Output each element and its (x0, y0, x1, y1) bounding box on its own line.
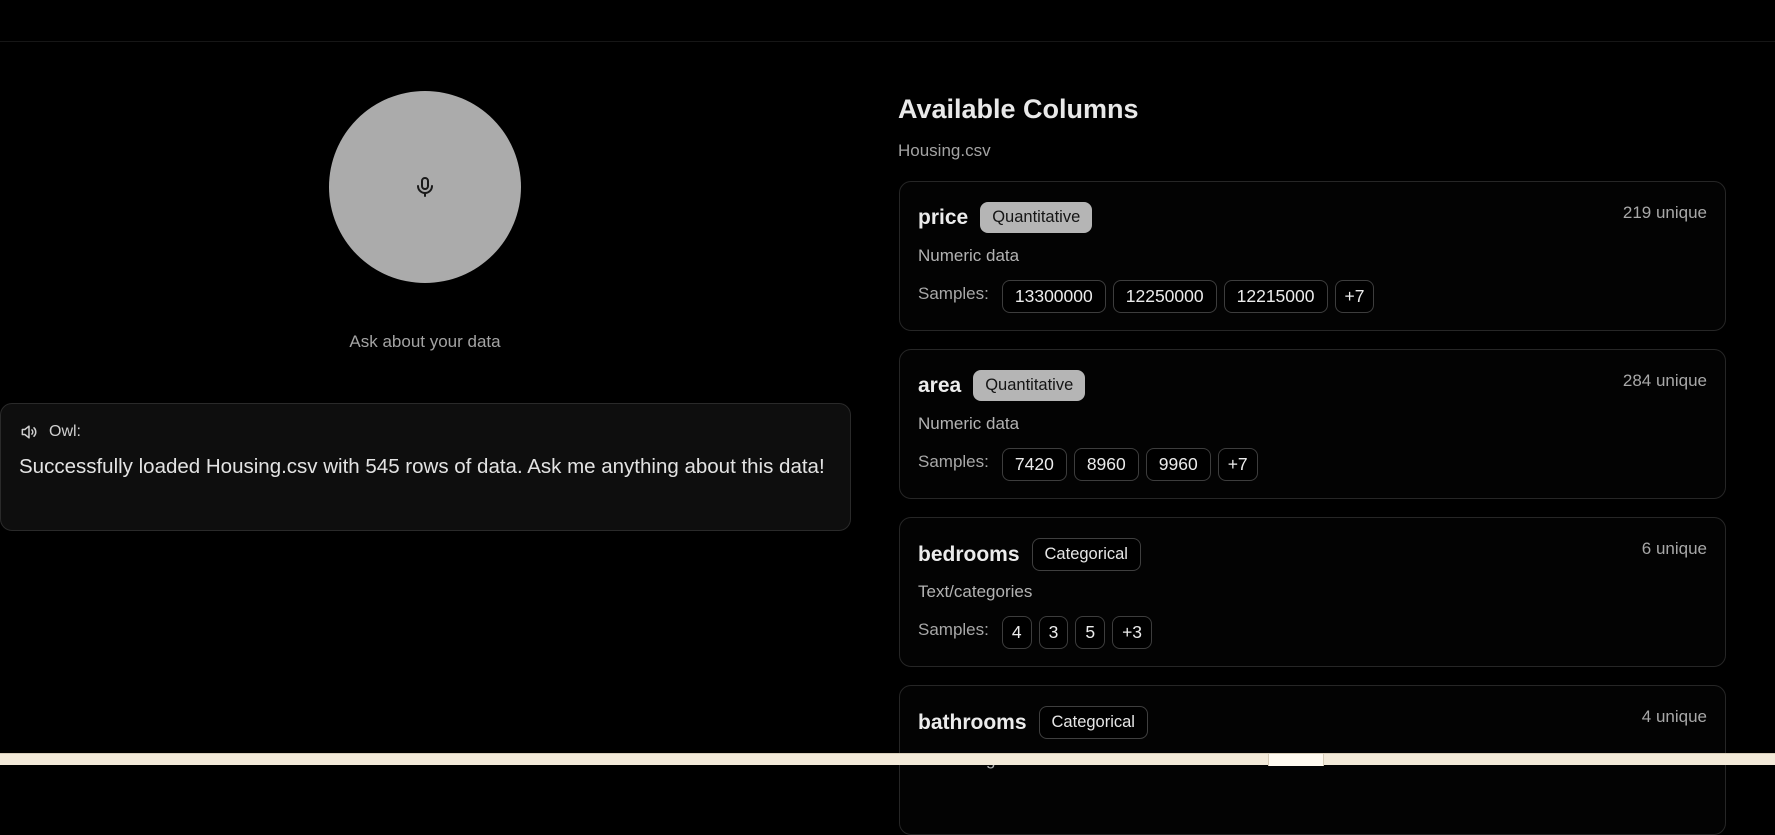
samples-label: Samples: (918, 283, 989, 303)
unique-count: 284 unique (1622, 371, 1707, 390)
column-type-badge: Categorical (1031, 538, 1141, 571)
ask-prompt-label: Ask about your data (349, 332, 501, 351)
sample-chip: 8960 (1073, 448, 1139, 481)
columns-panel-title: Available Columns (898, 94, 1139, 124)
unique-count: 219 unique (1622, 203, 1707, 222)
column-header: bedrooms Categorical (918, 538, 1141, 571)
column-header: area Quantitative (918, 370, 1086, 401)
column-name: price (918, 205, 969, 229)
sample-chip: 12250000 (1112, 280, 1217, 313)
assistant-message-text: Successfully loaded Housing.csv with 545… (19, 455, 825, 478)
taskbar-tab[interactable] (1268, 754, 1324, 766)
column-type-badge: Quantitative (973, 370, 1086, 401)
sample-chip: 4 (1001, 616, 1032, 649)
column-description: Text/categories (918, 582, 1033, 601)
microphone-icon (417, 177, 433, 197)
column-type-badge: Quantitative (980, 202, 1093, 233)
assistant-message-card: Owl: Successfully loaded Housing.csv wit… (0, 403, 851, 531)
column-card-bedrooms: bedrooms Categorical 6 unique Text/categ… (899, 517, 1726, 667)
column-card-area: area Quantitative 284 unique Numeric dat… (899, 349, 1726, 499)
column-description: Numeric data (918, 246, 1020, 265)
column-type-badge: Categorical (1038, 706, 1148, 739)
speaker-icon[interactable] (19, 422, 39, 442)
sample-chip: 5 (1075, 616, 1106, 649)
voice-record-button[interactable] (329, 91, 521, 283)
more-samples-chip[interactable]: +3 (1112, 616, 1153, 649)
column-name: bedrooms (918, 542, 1020, 566)
more-samples-chip[interactable]: +7 (1334, 280, 1375, 313)
message-header: Owl: (19, 422, 832, 442)
samples-label: Samples: (918, 619, 989, 639)
sample-chip: 9960 (1145, 448, 1211, 481)
unique-count: 4 unique (1641, 707, 1707, 726)
sample-chip: 3 (1038, 616, 1069, 649)
column-description: Numeric data (918, 414, 1020, 433)
dataset-file-name: Housing.csv (898, 141, 991, 160)
samples-row: Samples: 4 3 5 +3 (918, 616, 1153, 649)
bottom-taskbar-strip (0, 753, 1775, 766)
samples-label: Samples: (918, 451, 989, 471)
column-header: price Quantitative (918, 202, 1093, 233)
samples-row: Samples: 7420 8960 9960 +7 (918, 448, 1258, 481)
column-name: bathrooms (918, 710, 1027, 734)
speaker-name: Owl: (49, 423, 81, 440)
unique-count: 6 unique (1641, 539, 1707, 558)
sample-chip: 13300000 (1001, 280, 1106, 313)
sample-chip: 7420 (1001, 448, 1067, 481)
more-samples-chip[interactable]: +7 (1217, 448, 1258, 481)
column-header: bathrooms Categorical (918, 706, 1148, 739)
sample-chip: 12215000 (1223, 280, 1328, 313)
samples-row: Samples: 13300000 12250000 12215000 +7 (918, 280, 1375, 313)
column-card-price: price Quantitative 219 unique Numeric da… (899, 181, 1726, 331)
top-bar (0, 0, 1775, 42)
column-name: area (918, 373, 962, 397)
